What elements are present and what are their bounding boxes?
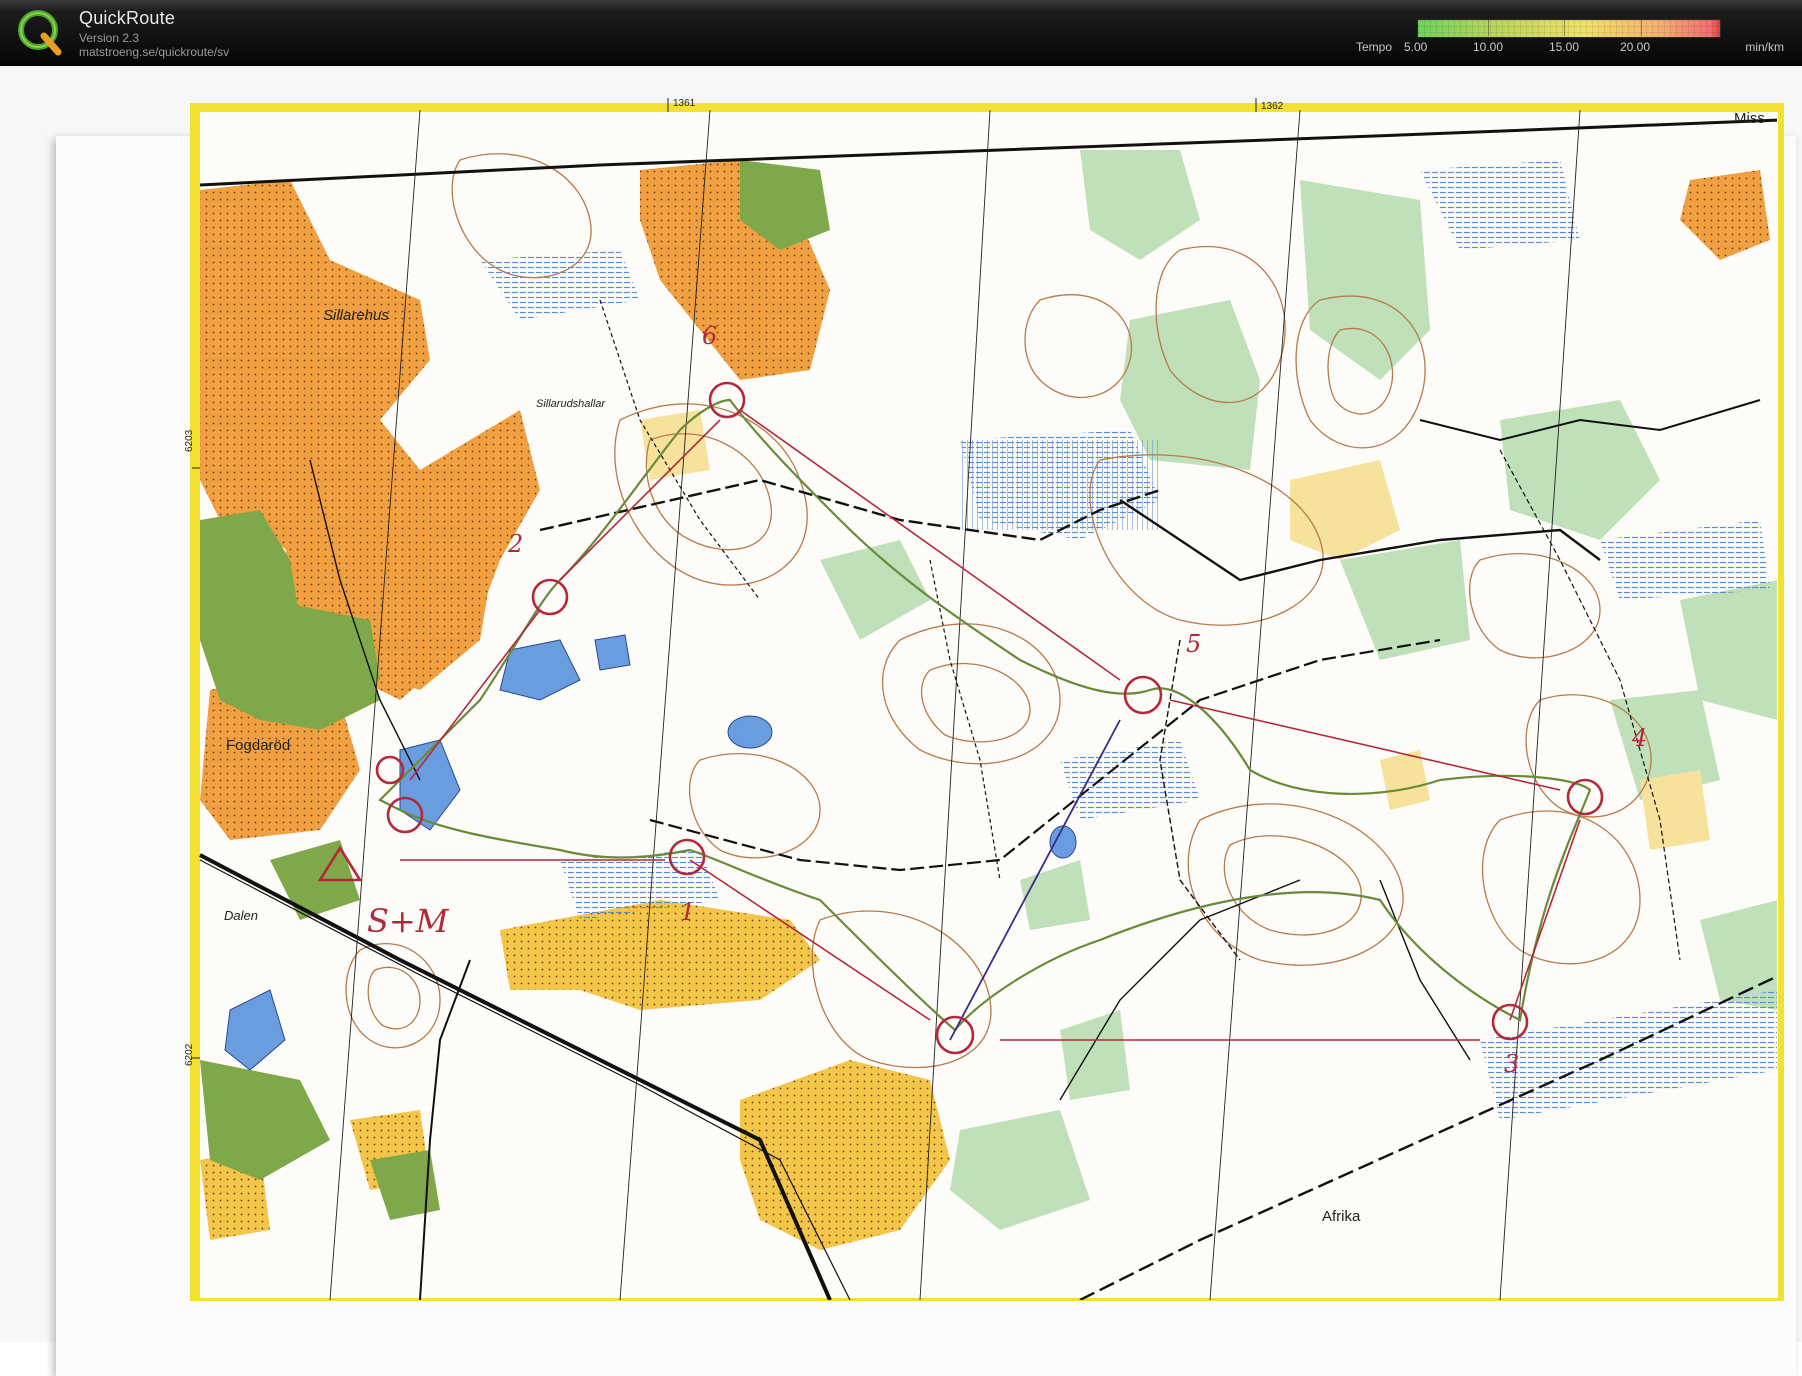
quickroute-logo-icon bbox=[18, 10, 62, 56]
tempo-tick-label: 20.00 bbox=[1620, 40, 1651, 54]
grid-label-1362: 1362 bbox=[1261, 101, 1284, 112]
place-label-fogdarod: Fogdaröd bbox=[226, 737, 291, 754]
tempo-unit: min/km bbox=[1745, 40, 1784, 54]
control-number-5: 5 bbox=[1186, 630, 1202, 658]
grid-label-6203: 6203 bbox=[184, 429, 195, 452]
tempo-tick-mark bbox=[1488, 20, 1489, 36]
tempo-tick-label: 10.00 bbox=[1473, 40, 1504, 54]
tempo-legend-label: Tempo bbox=[1356, 40, 1393, 54]
grid-label-1361: 1361 bbox=[673, 98, 696, 109]
app-version: Version 2.3 bbox=[79, 31, 140, 45]
vertical-marsh-hatching bbox=[960, 440, 1160, 530]
control-number-4: 4 bbox=[1632, 724, 1648, 752]
tempo-tick-mark bbox=[1641, 20, 1642, 36]
grid-label-6202: 6202 bbox=[184, 1043, 195, 1066]
orienteering-map[interactable] bbox=[0, 66, 1802, 1342]
control-number-6: 6 bbox=[702, 322, 718, 350]
control-number-3: 3 bbox=[1504, 1050, 1520, 1078]
start-annotation: S+M bbox=[367, 902, 449, 940]
control-number-1: 1 bbox=[680, 898, 696, 926]
place-label-sillarudshallar: Sillarudshallar bbox=[536, 398, 606, 410]
tempo-tick-label: 5.00 bbox=[1404, 40, 1428, 54]
place-label-miss: Miss bbox=[1734, 110, 1765, 127]
place-label-dalen: Dalen bbox=[224, 908, 258, 923]
tempo-tick-label: 15.00 bbox=[1549, 40, 1580, 54]
place-label-afrika: Afrika bbox=[1322, 1208, 1361, 1225]
control-number-2: 2 bbox=[508, 530, 524, 558]
tempo-tick-mark bbox=[1564, 20, 1565, 36]
tempo-color-scale bbox=[1417, 19, 1721, 38]
map-background bbox=[200, 112, 1778, 1298]
app-url: matstroeng.se/quickroute/sv bbox=[79, 45, 230, 59]
place-label-sillarehus: Sillarehus bbox=[323, 307, 389, 324]
app-title: QuickRoute bbox=[79, 8, 176, 28]
app-header: QuickRoute Version 2.3 matstroeng.se/qui… bbox=[0, 0, 1802, 66]
